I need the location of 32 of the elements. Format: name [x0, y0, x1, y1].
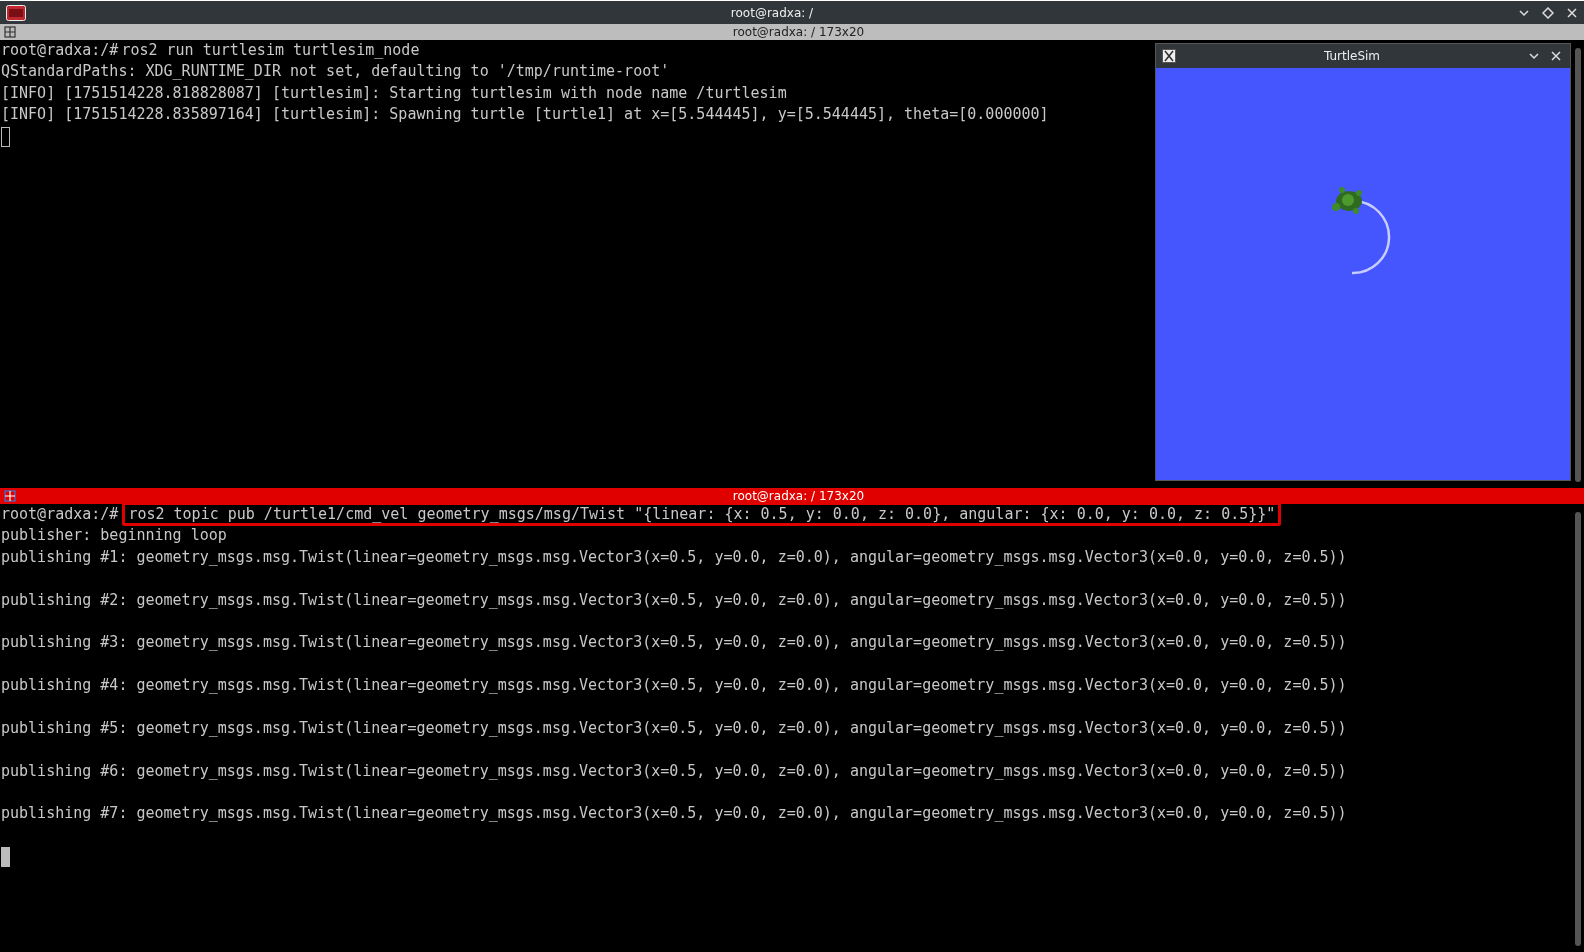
split-icon — [4, 26, 16, 38]
output-text: [INFO] [1751514228.818828087] [turtlesim]: Starting turtlesim with node name /turtlesim — [1, 83, 787, 102]
output-text: publishing #5: geometry_msgs.msg.Twist(linear=geometry_msgs.msg.Vector3(x=0.5, y=0.0, z=0.0), angular=geometry_msgs.msg.Vector3(x=0.0, y=0.0, z=0.5)) — [1, 718, 1347, 737]
minimize-chevron-icon[interactable] — [1528, 50, 1540, 62]
x-app-icon — [1162, 49, 1176, 63]
output-text: publishing #3: geometry_msgs.msg.Twist(linear=geometry_msgs.msg.Vector3(x=0.5, y=0.0, z=0.0), angular=geometry_msgs.msg.Vector3(x=0.0, y=0.0, z=0.5)) — [1, 633, 1347, 652]
window-title: root@radxa: / — [729, 5, 815, 20]
scrollbar[interactable] — [1575, 48, 1581, 482]
text-cursor — [1, 847, 10, 868]
command-text: ros2 topic pub /turtle1/cmd_vel geometry_msgs/msg/Twist "{linear: {x: 0.5, y: 0.0, z: 0.0}, angular: {x: 0.0, y: 0.0, z: 0.5}}" — [122, 502, 1282, 526]
output-text: QStandardPaths: XDG_RUNTIME_DIR not set, defaulting to '/tmp/runtime-root' — [1, 62, 670, 81]
pane-title: root@radxa: / 173x20 — [731, 489, 866, 503]
terminal-icon — [6, 4, 26, 21]
shell-prompt: root@radxa:/# — [1, 41, 119, 59]
output-text: publishing #7: geometry_msgs.msg.Twist(linear=geometry_msgs.msg.Vector3(x=0.5, y=0.0, z=0.0), angular=geometry_msgs.msg.Vector3(x=0.0, y=0.0, z=0.5)) — [1, 804, 1347, 823]
output-text: publishing #2: geometry_msgs.msg.Twist(linear=geometry_msgs.msg.Vector3(x=0.5, y=0.0, z=0.0), angular=geometry_msgs.msg.Vector3(x=0.0, y=0.0, z=0.5)) — [1, 590, 1347, 609]
close-icon[interactable] — [1550, 50, 1562, 62]
split-icon — [4, 490, 16, 502]
shell-prompt: root@radxa:/# — [1, 505, 119, 523]
diamond-icon[interactable] — [1542, 6, 1554, 19]
output-text: publisher: beginning loop — [1, 526, 227, 545]
output-text: publishing #1: geometry_msgs.msg.Twist(linear=geometry_msgs.msg.Vector3(x=0.5, y=0.0, z=0.0), angular=geometry_msgs.msg.Vector3(x=0.0, y=0.0, z=0.5)) — [1, 547, 1347, 566]
output-text: publishing #4: geometry_msgs.msg.Twist(linear=geometry_msgs.msg.Vector3(x=0.5, y=0.0, z=0.0), angular=geometry_msgs.msg.Vector3(x=0.0, y=0.0, z=0.5)) — [1, 676, 1347, 695]
scrollbar[interactable] — [1575, 512, 1581, 946]
text-cursor — [1, 126, 10, 147]
turtle-drawing — [1332, 187, 1362, 214]
window-title: TurtleSim — [1322, 49, 1382, 63]
command-text: ros2 run turtlesim turtlesim_node — [120, 41, 421, 59]
output-text: publishing #6: geometry_msgs.msg.Twist(linear=geometry_msgs.msg.Vector3(x=0.5, y=0.0, z=0.0), angular=geometry_msgs.msg.Vector3(x=0.0, y=0.0, z=0.5)) — [1, 761, 1347, 780]
pane-title: root@radxa: / 173x20 — [731, 25, 866, 39]
close-icon[interactable] — [1566, 6, 1578, 19]
output-text: [INFO] [1751514228.835897164] [turtlesim]: Spawning turtle [turtle1] at x=[5.544445], y=[5.544445], theta=[0.000000] — [1, 105, 1049, 124]
